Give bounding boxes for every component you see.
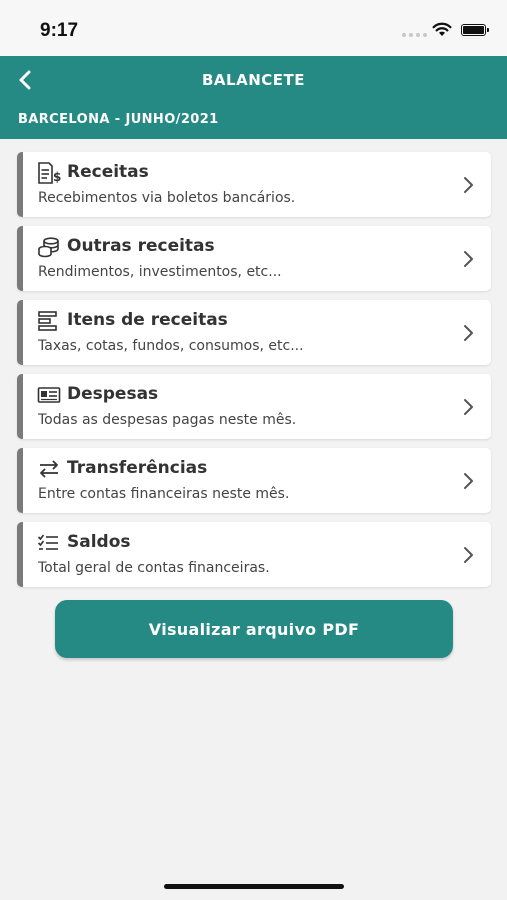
menu-item-description: Entre contas financeiras neste mês.: [38, 486, 290, 502]
menu-item-description: Total geral de contas financeiras.: [38, 560, 270, 576]
menu-item-receitas[interactable]: $ Receitas Recebimentos via boletos banc…: [17, 152, 491, 217]
status-time: 9:17: [40, 20, 79, 41]
arrows-exchange-icon: [40, 460, 58, 478]
menu-item-description: Taxas, cotas, fundos, consumos, etc...: [38, 338, 304, 354]
menu-item-title: Despesas: [67, 384, 159, 404]
cellular-signal-icon: [402, 33, 427, 37]
menu-item-itens-de-receitas[interactable]: Itens de receitas Taxas, cotas, fundos, …: [17, 300, 491, 365]
menu-item-description: Todas as despesas pagas neste mês.: [38, 412, 297, 428]
home-indicator[interactable]: [164, 884, 344, 889]
status-bar: 9:17: [0, 0, 507, 56]
chevron-right-icon: [464, 325, 473, 341]
menu-item-transferencias[interactable]: Transferências Entre contas financeiras …: [17, 448, 491, 513]
coins-stack-icon: [38, 237, 59, 258]
chevron-right-icon: [464, 251, 473, 267]
battery-icon: [461, 24, 489, 36]
menu-item-description: Recebimentos via boletos bancários.: [38, 190, 296, 206]
menu-list: $ Receitas Recebimentos via boletos banc…: [17, 152, 491, 596]
menu-item-title: Receitas: [67, 162, 149, 182]
page-subtitle: BARCELONA - JUNHO/2021: [18, 112, 219, 127]
wifi-icon: [432, 22, 452, 36]
checklist-icon: [37, 534, 58, 550]
chevron-right-icon: [464, 177, 473, 193]
view-pdf-button[interactable]: Visualizar arquivo PDF: [55, 600, 453, 658]
id-card-icon: [37, 387, 61, 403]
menu-item-description: Rendimentos, investimentos, etc...: [38, 264, 282, 280]
chevron-right-icon: [464, 399, 473, 415]
receipt-dollar-icon: $: [38, 162, 61, 184]
page-title: BALANCETE: [202, 71, 305, 89]
nav-bar: BALANCETE BARCELONA - JUNHO/2021: [0, 56, 507, 139]
svg-text:$: $: [53, 170, 61, 184]
menu-item-title: Transferências: [67, 458, 208, 478]
stacked-bars-icon: [38, 311, 57, 331]
menu-item-title: Outras receitas: [67, 236, 215, 256]
menu-item-outras-receitas[interactable]: Outras receitas Rendimentos, investiment…: [17, 226, 491, 291]
menu-item-saldos[interactable]: Saldos Total geral de contas financeiras…: [17, 522, 491, 587]
menu-item-title: Itens de receitas: [67, 310, 228, 330]
menu-item-title: Saldos: [67, 532, 131, 552]
menu-item-despesas[interactable]: Despesas Todas as despesas pagas neste m…: [17, 374, 491, 439]
chevron-right-icon: [464, 547, 473, 563]
chevron-right-icon: [464, 473, 473, 489]
